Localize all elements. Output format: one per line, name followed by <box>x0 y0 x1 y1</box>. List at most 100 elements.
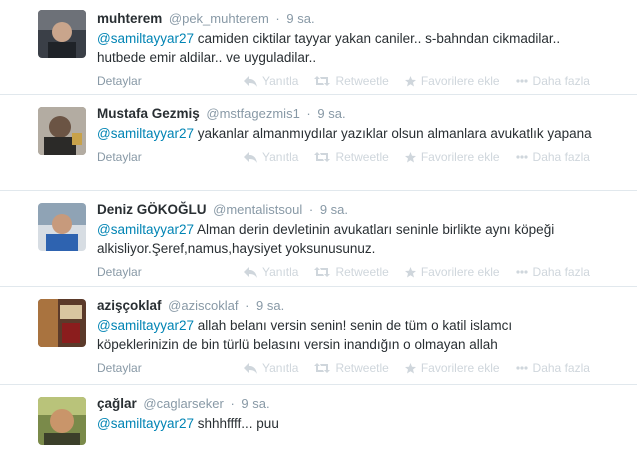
retweet-button[interactable]: Retweetle <box>314 265 389 279</box>
avatar[interactable] <box>38 10 86 58</box>
retweet-button[interactable]: Retweetle <box>314 150 389 164</box>
timestamp[interactable]: 9 sa. <box>286 11 314 26</box>
reply-button[interactable]: Yanıtla <box>244 74 298 88</box>
tweet-item[interactable]: muhterem @pek_muhterem · 9 sa. @samiltay… <box>0 0 637 95</box>
reply-label: Yanıtla <box>262 74 299 88</box>
tweet-body: shhhffff... puu <box>194 416 279 431</box>
fullname[interactable]: azişçoklaf <box>97 298 162 313</box>
retweet-icon <box>314 267 331 277</box>
reply-button[interactable]: Yanıtla <box>244 361 298 375</box>
reply-button[interactable]: Yanıtla <box>244 150 298 164</box>
timestamp[interactable]: 9 sa. <box>256 298 284 313</box>
tweet-header: muhterem @pek_muhterem · 9 sa. <box>97 10 625 28</box>
favorite-button[interactable]: Favorilere ekle <box>404 265 500 279</box>
retweet-label: Retweetle <box>335 150 389 164</box>
favorite-button[interactable]: Favorilere ekle <box>404 150 500 164</box>
favorite-label: Favorilere ekle <box>420 74 500 88</box>
fullname[interactable]: Mustafa Gezmiş <box>97 106 200 121</box>
tweet-text: @samiltayyar27 shhhffff... puu <box>97 414 597 433</box>
tweet-item[interactable]: Deniz GÖKOĞLU @mentalistsoul · 9 sa. @sa… <box>0 191 637 287</box>
retweet-icon <box>314 152 331 162</box>
retweet-icon <box>314 363 331 373</box>
reply-icon <box>244 151 257 163</box>
more-label: Daha fazla <box>532 150 590 164</box>
retweet-icon <box>314 76 331 86</box>
fullname[interactable]: muhterem <box>97 11 162 26</box>
star-icon <box>404 151 416 162</box>
favorite-label: Favorilere ekle <box>420 265 500 279</box>
tweet-text: @samiltayyar27 allah belanı versin senin… <box>97 316 597 354</box>
more-button[interactable]: Daha fazla <box>515 361 590 375</box>
reply-label: Yanıtla <box>262 361 299 375</box>
more-button[interactable]: Daha fazla <box>515 74 590 88</box>
avatar[interactable] <box>38 107 86 155</box>
reply-icon <box>244 75 257 87</box>
details-link[interactable]: Detaylar <box>97 150 244 164</box>
mention-link[interactable]: @samiltayyar27 <box>97 31 194 46</box>
tweet-text: @samiltayyar27 camiden ciktilar tayyar y… <box>97 29 597 67</box>
username[interactable]: @pek_muhterem <box>169 11 269 26</box>
reply-icon <box>244 362 257 374</box>
retweet-button[interactable]: Retweetle <box>314 74 389 88</box>
timestamp[interactable]: 9 sa. <box>320 202 348 217</box>
retweet-label: Retweetle <box>335 361 389 375</box>
reply-label: Yanıtla <box>262 265 299 279</box>
tweet-text: @samiltayyar27 Alman derin devletinin av… <box>97 220 597 258</box>
fullname[interactable]: Deniz GÖKOĞLU <box>97 202 207 217</box>
separator-dot: · <box>245 298 250 313</box>
star-icon <box>404 362 416 373</box>
separator-dot: · <box>230 396 235 411</box>
separator-dot: · <box>275 11 280 26</box>
more-label: Daha fazla <box>532 74 590 88</box>
retweet-label: Retweetle <box>335 74 389 88</box>
more-dots-icon <box>515 155 528 159</box>
tweet-actions: Detaylar Yanıtla Retweetle Favorilere ek… <box>97 73 625 89</box>
username[interactable]: @aziscoklaf <box>168 298 238 313</box>
details-link[interactable]: Detaylar <box>97 265 244 279</box>
username[interactable]: @caglarseker <box>143 396 223 411</box>
timestamp[interactable]: 9 sa. <box>317 106 345 121</box>
favorite-button[interactable]: Favorilere ekle <box>404 74 500 88</box>
more-dots-icon <box>515 270 528 274</box>
tweet-actions: Detaylar Yanıtla Retweetle Favorilere ek… <box>97 264 625 280</box>
more-button[interactable]: Daha fazla <box>515 150 590 164</box>
reply-button[interactable]: Yanıtla <box>244 265 298 279</box>
more-button[interactable]: Daha fazla <box>515 265 590 279</box>
separator-dot: · <box>308 202 314 217</box>
mention-link[interactable]: @samiltayyar27 <box>97 416 194 431</box>
tweet-timeline: muhterem @pek_muhterem · 9 sa. @samiltay… <box>0 0 637 466</box>
mention-link[interactable]: @samiltayyar27 <box>97 126 194 141</box>
tweet-item[interactable]: Mustafa Gezmiş @mstfagezmis1 · 9 sa. @sa… <box>0 95 637 191</box>
avatar[interactable] <box>38 203 86 251</box>
username[interactable]: @mentalistsoul <box>213 202 302 217</box>
more-label: Daha fazla <box>532 265 590 279</box>
tweet-body: yakanlar almanmıydılar yazıklar olsun al… <box>194 126 592 141</box>
details-link[interactable]: Detaylar <box>97 361 244 375</box>
reply-label: Yanıtla <box>262 150 299 164</box>
tweet-item[interactable]: azişçoklaf @aziscoklaf · 9 sa. @samiltay… <box>0 287 637 385</box>
tweet-actions: Detaylar Yanıtla Retweetle Favorilere ek… <box>97 360 625 376</box>
favorite-button[interactable]: Favorilere ekle <box>404 361 500 375</box>
more-dots-icon <box>515 366 528 370</box>
tweet-header: Deniz GÖKOĞLU @mentalistsoul · 9 sa. <box>97 201 625 219</box>
mention-link[interactable]: @samiltayyar27 <box>97 318 194 333</box>
more-label: Daha fazla <box>532 361 590 375</box>
tweet-header: çağlar @caglarseker · 9 sa. <box>97 395 625 413</box>
mention-link[interactable]: @samiltayyar27 <box>97 222 194 237</box>
avatar[interactable] <box>38 299 86 347</box>
tweet-text: @samiltayyar27 yakanlar almanmıydılar ya… <box>97 124 597 143</box>
more-dots-icon <box>515 79 528 83</box>
username[interactable]: @mstfagezmis1 <box>206 106 299 121</box>
retweet-button[interactable]: Retweetle <box>314 361 389 375</box>
tweet-actions: Detaylar Yanıtla Retweetle Favorilere ek… <box>97 149 625 165</box>
details-link[interactable]: Detaylar <box>97 74 244 88</box>
favorite-label: Favorilere ekle <box>420 361 500 375</box>
star-icon <box>404 266 416 277</box>
reply-icon <box>244 266 257 278</box>
avatar[interactable] <box>38 397 86 445</box>
tweet-item[interactable]: çağlar @caglarseker · 9 sa. @samiltayyar… <box>0 385 637 466</box>
star-icon <box>404 75 416 86</box>
fullname[interactable]: çağlar <box>97 396 137 411</box>
timestamp[interactable]: 9 sa. <box>241 396 269 411</box>
tweet-header: Mustafa Gezmiş @mstfagezmis1 · 9 sa. <box>97 105 625 123</box>
